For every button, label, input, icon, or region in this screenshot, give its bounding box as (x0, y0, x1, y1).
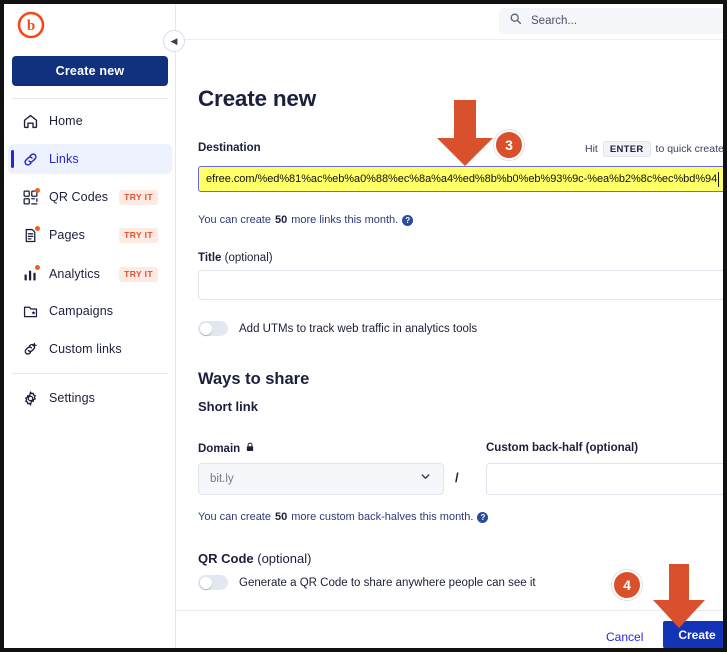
search-placeholder-text: Search... (531, 15, 578, 27)
short-link-heading: Short link (198, 399, 258, 414)
url-separator: / (455, 470, 459, 485)
app-window: b Create new Home Links QR Codes TRY IT … (0, 0, 727, 652)
utm-toggle-row[interactable]: Add UTMs to track web traffic in analyti… (198, 321, 477, 336)
annotation-badge-4: 4 (612, 570, 642, 600)
qr-code-toggle-row[interactable]: Generate a QR Code to share anywhere peo… (198, 575, 536, 590)
annotation-arrow-3 (436, 100, 494, 173)
chevron-left-icon: ◀ (170, 35, 178, 46)
title-input[interactable] (198, 270, 723, 300)
gear-icon (22, 390, 39, 407)
text-caret (718, 171, 720, 187)
annotation-number: 3 (505, 137, 513, 153)
try-it-badge[interactable]: TRY IT (119, 266, 158, 282)
home-icon (22, 113, 39, 130)
page-icon (22, 225, 40, 244)
sidebar-item-label: Home (49, 114, 83, 128)
sidebar-item-label: Campaigns (49, 304, 114, 318)
sidebar-item-settings[interactable]: Settings (8, 383, 172, 413)
sidebar-item-label: QR Codes (49, 190, 109, 204)
qr-code-label-text: QR Code (198, 551, 254, 566)
helper-suffix: more links this month. (291, 214, 399, 226)
helper-prefix: You can create (198, 511, 271, 523)
custom-back-half-input[interactable] (486, 463, 723, 495)
cancel-button[interactable]: Cancel (606, 630, 643, 644)
svg-text:b: b (27, 18, 35, 34)
domain-label-text: Domain (198, 442, 241, 455)
analytics-icon (22, 264, 40, 283)
utm-toggle-label: Add UTMs to track web traffic in analyti… (239, 322, 478, 335)
title-label: Title (optional) (198, 252, 273, 264)
back-half-quota-helper: You can create 50 more custom back-halve… (198, 511, 489, 523)
title-optional-text: (optional) (221, 252, 273, 264)
toggle-knob (199, 322, 212, 335)
question-mark-icon[interactable]: ? (477, 511, 489, 523)
link-icon (22, 151, 39, 168)
new-feature-dot (35, 225, 40, 231)
annotation-arrow-4 (652, 564, 706, 635)
lock-icon (245, 442, 255, 455)
sidebar-collapse-button[interactable]: ◀ (163, 30, 185, 52)
qr-code-toggle[interactable] (198, 575, 228, 590)
ways-to-share-heading: Ways to share (198, 370, 310, 388)
question-mark-icon[interactable]: ? (402, 214, 414, 226)
annotation-number: 4 (623, 577, 631, 593)
try-it-badge[interactable]: TRY IT (119, 227, 158, 243)
bitly-logo[interactable]: b (14, 8, 48, 42)
helper-suffix: more custom back-halves this month. (291, 511, 474, 523)
qr-code-toggle-label: Generate a QR Code to share anywhere peo… (239, 576, 536, 589)
sidebar-item-qr-codes[interactable]: QR Codes TRY IT (8, 182, 172, 212)
create-new-button[interactable]: Create new (12, 56, 168, 86)
sidebar: b Create new Home Links QR Codes TRY IT … (4, 4, 176, 648)
try-it-badge[interactable]: TRY IT (119, 189, 158, 205)
sidebar-item-pages[interactable]: Pages TRY IT (8, 220, 172, 250)
helper-prefix: You can create (198, 214, 271, 226)
domain-select[interactable]: bit.ly (198, 463, 444, 495)
quick-create-hint: Hit ENTER to quick create (585, 141, 723, 157)
new-feature-dot (35, 187, 40, 193)
sidebar-item-custom-links[interactable]: Custom links (8, 334, 172, 364)
custom-link-icon (22, 341, 39, 358)
footer-divider-left (176, 610, 589, 611)
new-feature-dot (35, 264, 40, 270)
qr-code-icon (22, 187, 40, 206)
sidebar-item-analytics[interactable]: Analytics TRY IT (8, 259, 172, 289)
sidebar-item-label: Custom links (49, 342, 122, 356)
sidebar-item-links[interactable]: Links (8, 144, 172, 174)
title-label-text: Title (198, 252, 222, 264)
domain-label: Domain (198, 442, 255, 455)
custom-back-half-label: Custom back-half (optional) (486, 442, 639, 454)
enter-key-badge: ENTER (602, 141, 651, 157)
search-icon (509, 12, 522, 30)
domain-select-value: bit.ly (210, 473, 234, 485)
links-quota-helper: You can create 50 more links this month.… (198, 214, 414, 226)
hint-prefix: Hit (585, 143, 598, 155)
sidebar-item-home[interactable]: Home (8, 106, 172, 136)
annotation-badge-3: 3 (494, 130, 524, 160)
hint-suffix: to quick create (655, 143, 723, 155)
sidebar-divider-bottom (12, 373, 168, 374)
destination-label: Destination (198, 142, 261, 154)
helper-count: 50 (274, 511, 288, 523)
destination-input-value: efree.com/%ed%81%ac%eb%a0%88%ec%8a%a4%ed… (206, 173, 718, 185)
sidebar-item-label: Links (49, 152, 79, 166)
active-indicator-bar (11, 150, 14, 168)
chevron-down-icon (419, 470, 432, 488)
search-input[interactable]: Search... (499, 8, 723, 34)
campaign-icon (22, 303, 39, 320)
sidebar-divider-top (12, 98, 168, 99)
sidebar-item-label: Pages (49, 228, 85, 242)
helper-count: 50 (274, 214, 288, 226)
topbar: Search... (176, 4, 723, 40)
page-title: Create new (198, 86, 317, 111)
qr-code-label: QR Code (optional) (198, 551, 311, 566)
sidebar-item-label: Settings (49, 391, 95, 405)
sidebar-item-campaigns[interactable]: Campaigns (8, 296, 172, 326)
sidebar-item-label: Analytics (49, 267, 100, 281)
utm-toggle[interactable] (198, 321, 228, 336)
toggle-knob (199, 576, 212, 589)
qr-code-optional-text: (optional) (253, 551, 312, 566)
